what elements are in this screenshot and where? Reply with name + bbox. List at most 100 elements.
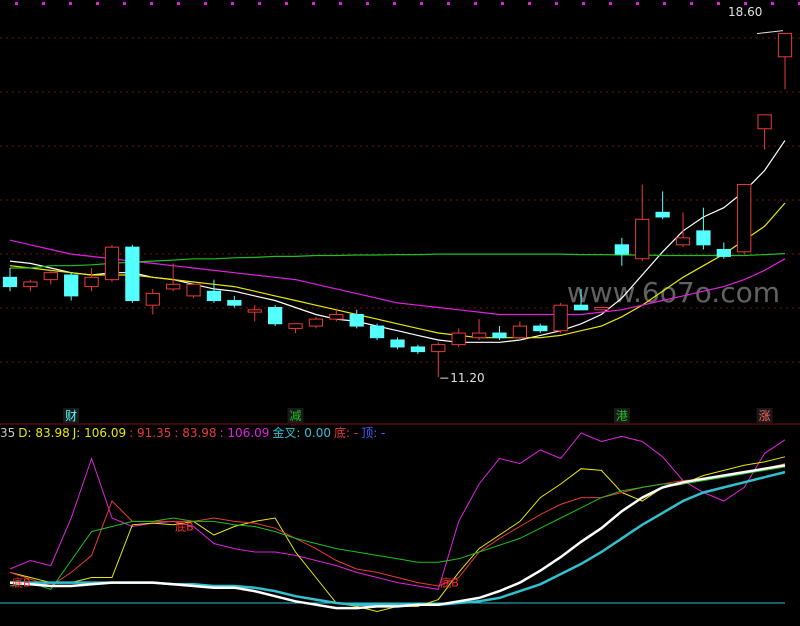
candle-body <box>716 248 731 257</box>
candle-body <box>451 332 466 346</box>
top-marker <box>204 2 207 5</box>
top-marker <box>717 2 720 5</box>
candle-body <box>737 183 752 253</box>
red-line <box>9 463 786 587</box>
candle-body <box>410 346 426 353</box>
min-price-label: 11.20 <box>450 371 484 385</box>
j-line <box>9 456 786 613</box>
bottom-signal-label: 底B <box>12 576 31 590</box>
top-marker <box>690 2 693 5</box>
top-marker <box>15 2 18 5</box>
top-marker <box>258 2 261 5</box>
candle-body <box>594 307 609 311</box>
top-marker <box>420 2 423 5</box>
candle-body <box>166 283 181 290</box>
candle-body <box>145 293 160 306</box>
j-overshoot-line <box>9 432 786 590</box>
event-label: 财 <box>65 409 77 423</box>
candle-body <box>206 290 222 302</box>
top-marker <box>501 2 504 5</box>
top-marker <box>582 2 585 5</box>
bottom-signal-label: 底B <box>440 576 459 590</box>
top-marker <box>285 2 288 5</box>
event-labels: 财减港涨 <box>63 408 773 423</box>
price-labels: 18.60 11.20 <box>440 5 784 385</box>
candle-body <box>492 332 507 339</box>
candle-body <box>329 313 344 320</box>
candle-body <box>23 281 38 288</box>
candle-body <box>573 304 589 311</box>
moving-averages <box>9 140 786 343</box>
candle-body <box>64 274 79 297</box>
kdj-indicator <box>0 432 786 613</box>
indicator-value: D: 83.98 <box>18 426 70 440</box>
top-marker <box>177 2 180 5</box>
candle-body <box>288 323 303 329</box>
indicator-value: J: 106.09 <box>72 426 127 440</box>
top-marker <box>312 2 315 5</box>
bottom-signal-label: 底B <box>175 520 194 534</box>
top-marker <box>42 2 45 5</box>
candle-body <box>125 246 140 302</box>
candle-body <box>369 325 385 339</box>
candle-body <box>553 304 568 332</box>
candle-body <box>247 309 262 313</box>
top-marker <box>231 2 234 5</box>
candle-body <box>471 332 487 339</box>
candle-body <box>533 325 548 332</box>
candle-body <box>308 318 324 327</box>
stock-chart: www.6o7o.com 18.60 11.20 财 减 港 涨 底B 底B 底B <box>0 2 800 613</box>
candle-body <box>104 246 120 281</box>
event-label: 涨 <box>759 408 771 423</box>
candle-body <box>349 313 364 327</box>
k-line <box>9 464 786 610</box>
top-marker <box>96 2 99 5</box>
indicator-value: 底: - <box>334 426 359 440</box>
top-marker <box>123 2 126 5</box>
top-marker <box>609 2 612 5</box>
candle-body <box>635 218 650 260</box>
top-marker <box>555 2 558 5</box>
candle-body <box>757 114 772 130</box>
candle-body <box>43 272 58 281</box>
indicator-readout: 35 D: 83.98 J: 106.09: 91.35: 83.98: 106.0… <box>0 425 388 441</box>
indicator-value: 35 <box>0 426 16 440</box>
top-marker <box>393 2 396 5</box>
top-marker <box>447 2 450 5</box>
candle-body <box>268 307 283 325</box>
top-marker <box>366 2 369 5</box>
candle-body <box>696 230 711 246</box>
top-marker <box>69 2 72 5</box>
candle-body <box>777 33 793 58</box>
indicator-value: : 106.09 <box>219 426 270 440</box>
top-marker <box>663 2 666 5</box>
event-label: 港 <box>616 409 628 423</box>
candle-body <box>390 339 405 348</box>
kdj-labels: 底B 底B 底B <box>12 520 459 590</box>
event-label: 减 <box>290 409 302 423</box>
d-line <box>10 470 786 606</box>
candle-body <box>675 237 691 246</box>
candle-body <box>227 300 242 306</box>
candle-body <box>186 283 201 297</box>
candle-body <box>655 211 670 218</box>
candle-body <box>84 276 99 288</box>
top-marker <box>636 2 639 5</box>
indicator-value: : 91.35 <box>129 426 172 440</box>
candle-body <box>431 344 446 353</box>
candle-body <box>512 325 527 339</box>
top-marker <box>150 2 153 5</box>
watermark: www.6o7o.com <box>567 276 780 309</box>
top-marker <box>771 2 774 5</box>
indicator-value: 金叉: 0.00 <box>272 426 331 440</box>
candle-body <box>2 276 18 288</box>
candles <box>2 33 793 378</box>
top-marker <box>474 2 477 5</box>
top-marker <box>528 2 531 5</box>
top-marker <box>339 2 342 5</box>
indicator-value: : 83.98 <box>174 426 217 440</box>
ma-line-1 <box>9 140 786 343</box>
candle-body <box>614 244 629 255</box>
max-price-label: 18.60 <box>728 5 762 19</box>
indicator-value: 顶: - <box>361 426 386 440</box>
